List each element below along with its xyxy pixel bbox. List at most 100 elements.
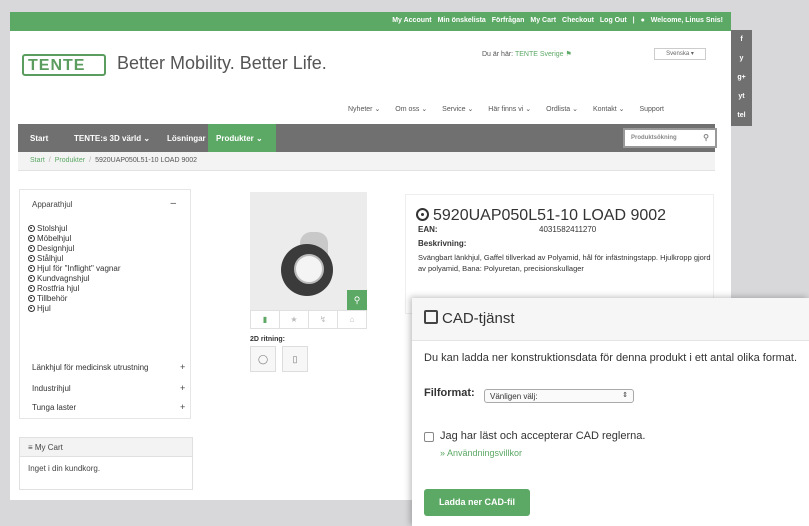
crumb-start[interactable]: Start <box>30 157 45 164</box>
nav-service[interactable]: Service ⌄ <box>442 106 473 113</box>
modal-header: CAD-tjänst <box>412 298 809 341</box>
sidebar-item[interactable]: Hjul <box>28 304 121 314</box>
circle-bullet-icon <box>28 265 35 272</box>
sidebar-item-label: Tillbehör <box>37 294 68 303</box>
collapse-icon[interactable]: – <box>170 198 176 209</box>
sidebar-item-label: Rostfria hjul <box>37 284 80 293</box>
bolt-icon[interactable]: ↯ <box>309 311 338 328</box>
nav-support[interactable]: Support <box>639 106 664 113</box>
crumb-current: 5920UAP050L51-10 LOAD 9002 <box>95 157 198 164</box>
circle-bullet-icon <box>28 225 35 232</box>
product-title-text: 5920UAP050L51-10 LOAD 9002 <box>433 207 667 224</box>
language-select[interactable]: Svenska ▾ <box>654 48 706 60</box>
cat-start[interactable]: Start <box>30 134 48 143</box>
product-search-placeholder: Produktsökning <box>631 135 677 141</box>
logo-text: TENTE <box>28 57 86 74</box>
sidebar-item[interactable]: Stålhjul <box>28 254 121 264</box>
document-icon[interactable]: ▮ <box>251 311 280 328</box>
sidebar-item-label: Hjul <box>37 304 51 313</box>
circle-bullet-icon <box>28 235 35 242</box>
wishlist-link[interactable]: Min önskelista <box>438 17 486 24</box>
inquiry-link[interactable]: Förfrågan <box>492 17 525 24</box>
main-nav: Nyheter ⌄ Om oss ⌄ Service ⌄ Här finns v… <box>348 105 677 113</box>
nav-about[interactable]: Om oss ⌄ <box>395 106 427 113</box>
cart-empty-text: Inget i din kundkorg. <box>28 464 101 473</box>
product-circle-icon <box>416 208 429 221</box>
ean-label: EAN: <box>418 225 438 234</box>
twitter-icon[interactable]: y <box>731 49 752 68</box>
file-format-label: Filformat: <box>424 387 475 399</box>
logout-link[interactable]: Log Out <box>600 17 627 24</box>
search-icon[interactable]: ⚲ <box>703 133 709 142</box>
modal-title: CAD-tjänst <box>442 310 515 327</box>
facebook-icon[interactable]: f <box>731 30 752 49</box>
user-icon: ● <box>640 17 645 24</box>
sidebar-item[interactable]: Tillbehör <box>28 294 121 304</box>
my-account-link[interactable]: My Account <box>392 17 431 24</box>
product-image[interactable]: ⚲ <box>250 192 367 310</box>
sidebar-heading[interactable]: Apparathjul <box>32 200 72 209</box>
expand-icon[interactable]: + <box>180 362 185 372</box>
checkout-link[interactable]: Checkout <box>562 17 594 24</box>
sidebar-item[interactable]: Kundvagnshjul <box>28 274 121 284</box>
tagline: Better Mobility. Better Life. <box>117 53 327 73</box>
my-cart-box: ≡ My Cart Inget i din kundkorg. <box>19 437 193 490</box>
nav-contact[interactable]: Kontakt ⌄ <box>593 106 625 113</box>
circle-bullet-icon <box>28 295 35 302</box>
sidebar-section-industrial[interactable]: Industrihjul <box>32 384 71 393</box>
select-arrows-icon: ⇕ <box>622 392 628 399</box>
nav-glossary[interactable]: Ordlista ⌄ <box>546 106 578 113</box>
expand-icon[interactable]: + <box>180 383 185 393</box>
zoom-icon[interactable]: ⚲ <box>347 290 367 310</box>
social-sidebar: f y g+ yt tel <box>731 30 752 126</box>
description-label: Beskrivning: <box>418 239 467 248</box>
drawing-thumbnail-front[interactable]: ▯ <box>282 346 308 372</box>
product-search-input[interactable]: Produktsökning ⚲ <box>623 128 717 148</box>
accept-terms-checkbox[interactable] <box>424 432 434 442</box>
sidebar-item[interactable]: Möbelhjul <box>28 234 121 244</box>
location: Du är här: TENTE Sverige ⚑ <box>482 50 572 58</box>
youtube-icon[interactable]: yt <box>731 87 752 106</box>
my-cart-link[interactable]: My Cart <box>530 17 556 24</box>
google-plus-icon[interactable]: g+ <box>731 68 752 87</box>
caster-hub <box>294 254 324 284</box>
description-text: Svängbart länkhjul, Gaffel tillverkad av… <box>418 253 711 273</box>
star-icon[interactable]: ★ <box>280 311 309 328</box>
product-info: 5920UAP050L51-10 LOAD 9002 EAN: 40315824… <box>405 194 714 314</box>
phone-icon[interactable]: tel <box>731 106 752 125</box>
sidebar-item[interactable]: Designhjul <box>28 244 121 254</box>
cart-title: ≡ My Cart <box>20 438 192 457</box>
accept-terms-label[interactable]: Jag har läst och accepterar CAD reglerna… <box>440 430 645 442</box>
cat-solutions[interactable]: Lösningar <box>167 134 206 143</box>
sidebar-section-medical[interactable]: Länkhjul för medicinsk utrustning <box>32 363 149 372</box>
location-site-link[interactable]: TENTE Sverige <box>515 51 564 58</box>
nav-locations[interactable]: Här finns vi ⌄ <box>488 106 531 113</box>
drawing-label: 2D ritning: <box>250 336 285 343</box>
top-separator: | <box>632 17 635 24</box>
file-format-select[interactable]: Vänligen välj: ⇕ <box>484 389 634 403</box>
category-nav: Start TENTE:s 3D värld ⌄ Lösningar Produ… <box>18 124 717 152</box>
category-sidebar: Apparathjul – Stolshjul Möbelhjul Design… <box>19 189 191 419</box>
drawing-thumbnail-side[interactable]: ◯ <box>250 346 276 372</box>
circle-bullet-icon <box>28 305 35 312</box>
sidebar-item-label: Stolshjul <box>37 224 68 233</box>
crumb-products[interactable]: Produkter <box>55 157 85 164</box>
ean-value: 4031582411270 <box>539 225 597 234</box>
sidebar-item[interactable]: Hjul för "Inflight" vagnar <box>28 264 121 274</box>
tente-logo[interactable]: TENTE <box>22 54 106 76</box>
sidebar-item[interactable]: Stolshjul <box>28 224 121 234</box>
sidebar-section-heavy[interactable]: Tunga laster <box>32 403 76 412</box>
map-icon: ⚑ <box>565 51 572 58</box>
nav-news[interactable]: Nyheter ⌄ <box>348 106 380 113</box>
download-cad-button[interactable]: Ladda ner CAD-fil <box>424 489 530 516</box>
sidebar-item-label: Möbelhjul <box>37 234 72 243</box>
cat-3d-world[interactable]: TENTE:s 3D värld ⌄ <box>74 134 150 143</box>
cad-icon <box>424 310 438 324</box>
sidebar-item-label: Designhjul <box>37 244 75 253</box>
cart-icon[interactable]: ⌂ <box>338 311 366 328</box>
cat-products[interactable]: Produkter ⌄ <box>216 134 263 143</box>
terms-of-use-link[interactable]: » Användningsvillkor <box>440 448 522 458</box>
expand-icon[interactable]: + <box>180 402 185 412</box>
sidebar-item[interactable]: Rostfria hjul <box>28 284 121 294</box>
circle-bullet-icon <box>28 275 35 282</box>
